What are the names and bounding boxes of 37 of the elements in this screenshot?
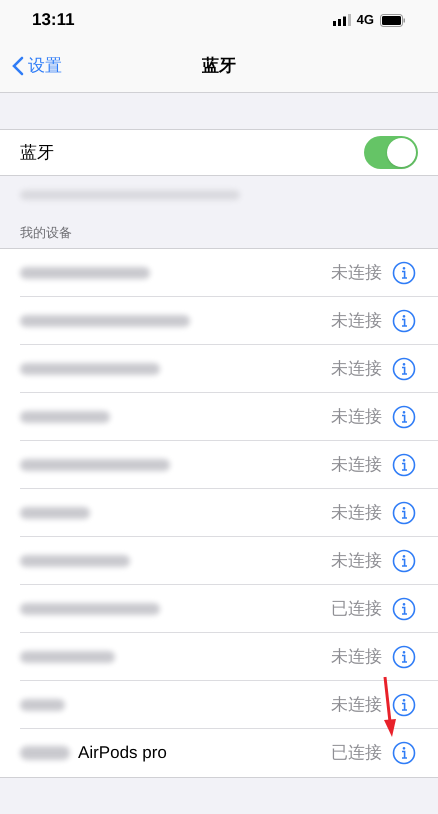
device-name: AirPods pro — [78, 742, 167, 764]
info-icon[interactable] — [392, 741, 416, 765]
info-icon[interactable] — [392, 260, 416, 284]
info-icon[interactable] — [392, 308, 416, 332]
chevron-left-icon — [12, 56, 24, 76]
connection-status: 已连接 — [331, 598, 382, 620]
info-icon[interactable] — [392, 404, 416, 428]
connection-status: 未连接 — [331, 310, 382, 332]
bluetooth-label: 蓝牙 — [20, 142, 54, 164]
blurred-text — [20, 698, 65, 710]
page-title: 蓝牙 — [202, 55, 236, 78]
connection-status: 未连接 — [331, 358, 382, 380]
info-icon[interactable] — [392, 500, 416, 524]
signal-icon — [332, 14, 351, 26]
info-icon[interactable] — [392, 692, 416, 716]
connection-status: 未连接 — [331, 550, 382, 572]
blurred-text — [20, 506, 90, 518]
connection-status: 未连接 — [331, 502, 382, 524]
connection-status: 未连接 — [331, 694, 382, 716]
back-button[interactable]: 设置 — [0, 53, 62, 79]
info-icon[interactable] — [392, 548, 416, 572]
info-icon[interactable] — [392, 596, 416, 620]
arrow-drawing — [383, 676, 397, 738]
info-icon[interactable] — [392, 356, 416, 380]
info-icon[interactable] — [392, 452, 416, 476]
connection-status: 未连接 — [331, 406, 382, 428]
section-header: 我的设备 — [20, 224, 72, 242]
bluetooth-toggle[interactable] — [364, 136, 418, 169]
battery-icon — [380, 14, 406, 26]
blurred-text — [20, 746, 70, 760]
network-label: 4G — [356, 11, 374, 30]
connection-status: 未连接 — [331, 646, 382, 668]
info-icon[interactable] — [392, 644, 416, 668]
connection-status: 未连接 — [331, 262, 382, 284]
status-time: 13:11 — [32, 9, 75, 32]
connection-status: 未连接 — [331, 454, 382, 476]
connection-status: 已连接 — [331, 742, 382, 764]
